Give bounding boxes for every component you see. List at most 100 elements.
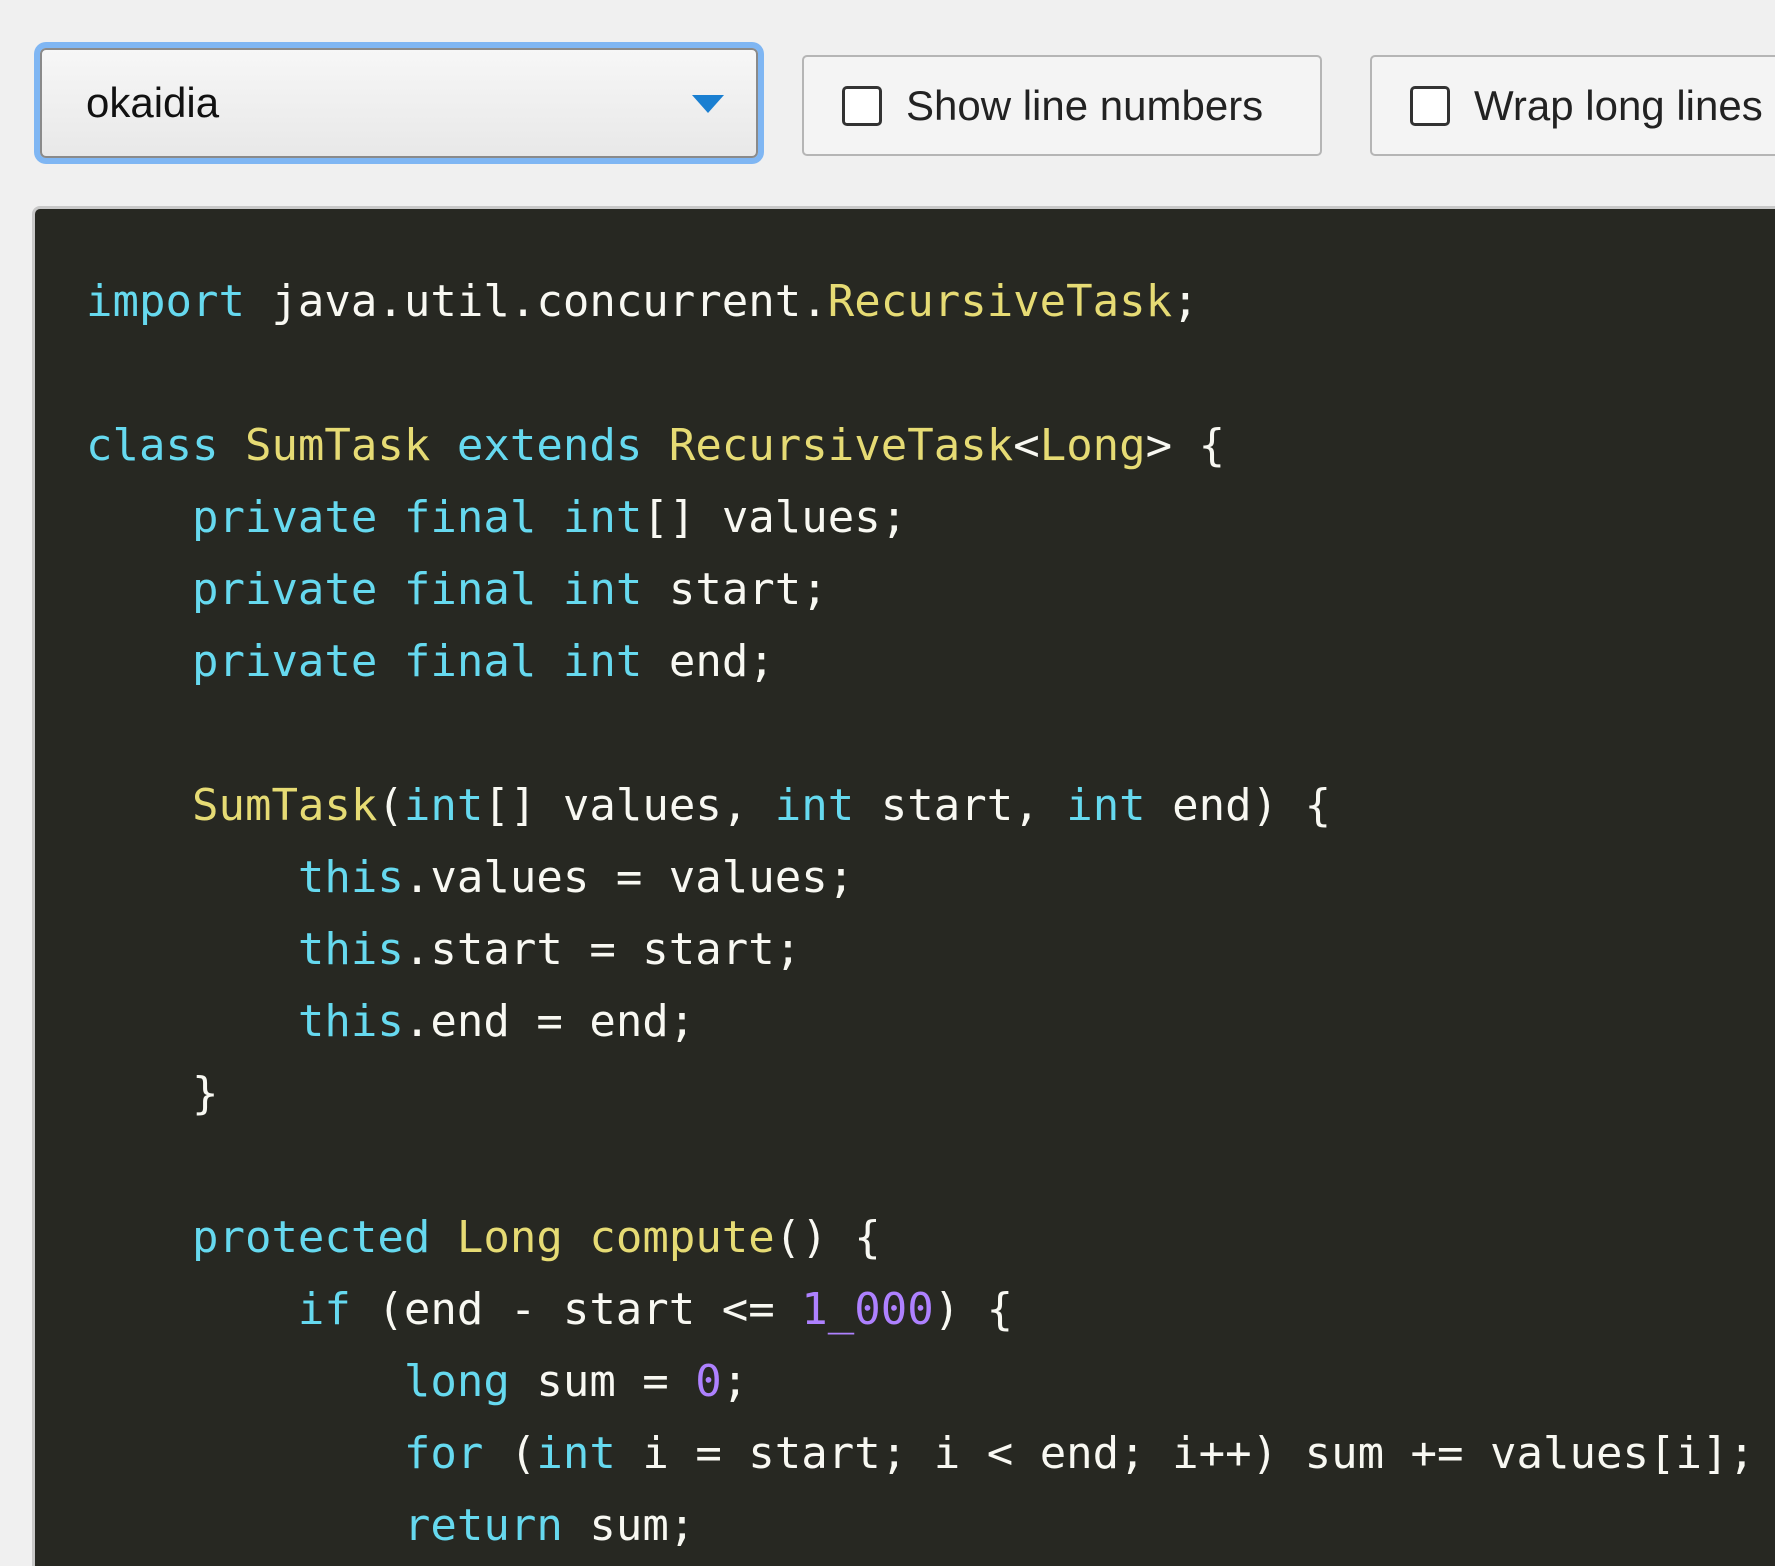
show-line-numbers-toggle[interactable]: Show line numbers (802, 55, 1322, 156)
code-line: SumTask(int[] values, int start, int end… (86, 770, 1775, 842)
code-token: 0 (695, 1356, 722, 1407)
toolbar: okaidia Show line numbers Wrap long line… (0, 0, 1775, 200)
code-token: } (86, 1068, 219, 1119)
code-token: 1_000 (801, 1284, 934, 1335)
code-token: final (403, 564, 537, 615)
code-line: protected Long compute() { (86, 1202, 1775, 1274)
code-token: [] values, (483, 780, 775, 831)
code-token: SumTask (244, 420, 431, 471)
code-token: int (1066, 780, 1146, 831)
chevron-down-icon (692, 95, 724, 113)
code-token: .values = values; (403, 852, 855, 903)
code-token: Long (1039, 420, 1146, 471)
code-token: SumTask (191, 780, 378, 831)
code-line: private final int[] values; (86, 482, 1775, 554)
wrap-long-lines-label: Wrap long lines (1474, 81, 1763, 129)
code-line: this.end = end; (86, 986, 1775, 1058)
code-token: i = start; i < end; i++) sum += values[i… (615, 1428, 1755, 1479)
code-token: class (86, 420, 219, 471)
code-token: ; (1172, 276, 1199, 327)
code-token: int (774, 780, 855, 831)
code-token: for (403, 1428, 484, 1479)
wrap-long-lines-toggle[interactable]: Wrap long lines (1370, 55, 1775, 156)
code-token: this (297, 852, 404, 903)
code-token: private (191, 636, 378, 687)
code-token: return (403, 1500, 563, 1551)
show-line-numbers-checkbox[interactable] (842, 85, 882, 126)
code-line: this.values = values; (86, 842, 1775, 914)
code-token: > { (1145, 420, 1226, 471)
code-token: int (403, 780, 484, 831)
code-token: end) { (1145, 780, 1332, 831)
code-line: } (86, 1058, 1775, 1130)
code-token: Long (456, 1212, 563, 1263)
code-token: long (403, 1356, 510, 1407)
code-token: compute (589, 1212, 775, 1263)
code-token: final (403, 636, 537, 687)
code-line: this.start = start; (86, 914, 1775, 986)
code-token: int (562, 564, 643, 615)
code-line: import java.util.concurrent.RecursiveTas… (86, 266, 1775, 338)
code-token: final (403, 492, 537, 543)
code-line: class SumTask extends RecursiveTask<Long… (86, 410, 1775, 482)
code-line: return sum; (86, 1490, 1775, 1562)
code-token: .start = start; (403, 924, 802, 975)
show-line-numbers-label: Show line numbers (906, 81, 1264, 129)
code-token: this (297, 996, 404, 1047)
code-token: import (86, 276, 245, 327)
code-token: end; (642, 636, 775, 687)
code-token: () { (774, 1212, 881, 1263)
code-token: ( (483, 1428, 537, 1479)
theme-select-value: okaidia (86, 79, 220, 126)
code-token: start; (642, 564, 828, 615)
code-token: java.util.concurrent. (244, 276, 828, 327)
code-token: RecursiveTask (668, 420, 1014, 471)
code-token: sum = (509, 1356, 696, 1407)
code-line: private final int end; (86, 626, 1775, 698)
code-token: protected (191, 1212, 431, 1263)
code-token: (end - start <= (350, 1284, 802, 1335)
code-token: ; (721, 1356, 749, 1407)
theme-select[interactable]: okaidia (40, 48, 758, 158)
code-token: this (297, 924, 404, 975)
code-token: RecursiveTask (827, 276, 1173, 327)
code-token: ( (377, 780, 404, 831)
code-line: long sum = 0; (86, 1346, 1775, 1418)
code-block: import java.util.concurrent.RecursiveTas… (35, 209, 1775, 1562)
code-token: if (297, 1284, 351, 1335)
code-line: private final int start; (86, 554, 1775, 626)
code-token: ) { (933, 1284, 1014, 1335)
code-token: extends (456, 420, 643, 471)
code-line: for (int i = start; i < end; i++) sum +=… (86, 1418, 1775, 1490)
code-token: int (536, 1428, 616, 1479)
code-token: int (562, 492, 643, 543)
code-token: private (191, 564, 378, 615)
code-token: [] values; (642, 492, 908, 543)
code-token: int (562, 636, 643, 687)
code-token: private (191, 492, 378, 543)
code-panel: import java.util.concurrent.RecursiveTas… (32, 206, 1775, 1566)
code-token: .end = end; (403, 996, 696, 1047)
code-token: < (1013, 420, 1040, 471)
wrap-long-lines-checkbox[interactable] (1410, 85, 1450, 126)
